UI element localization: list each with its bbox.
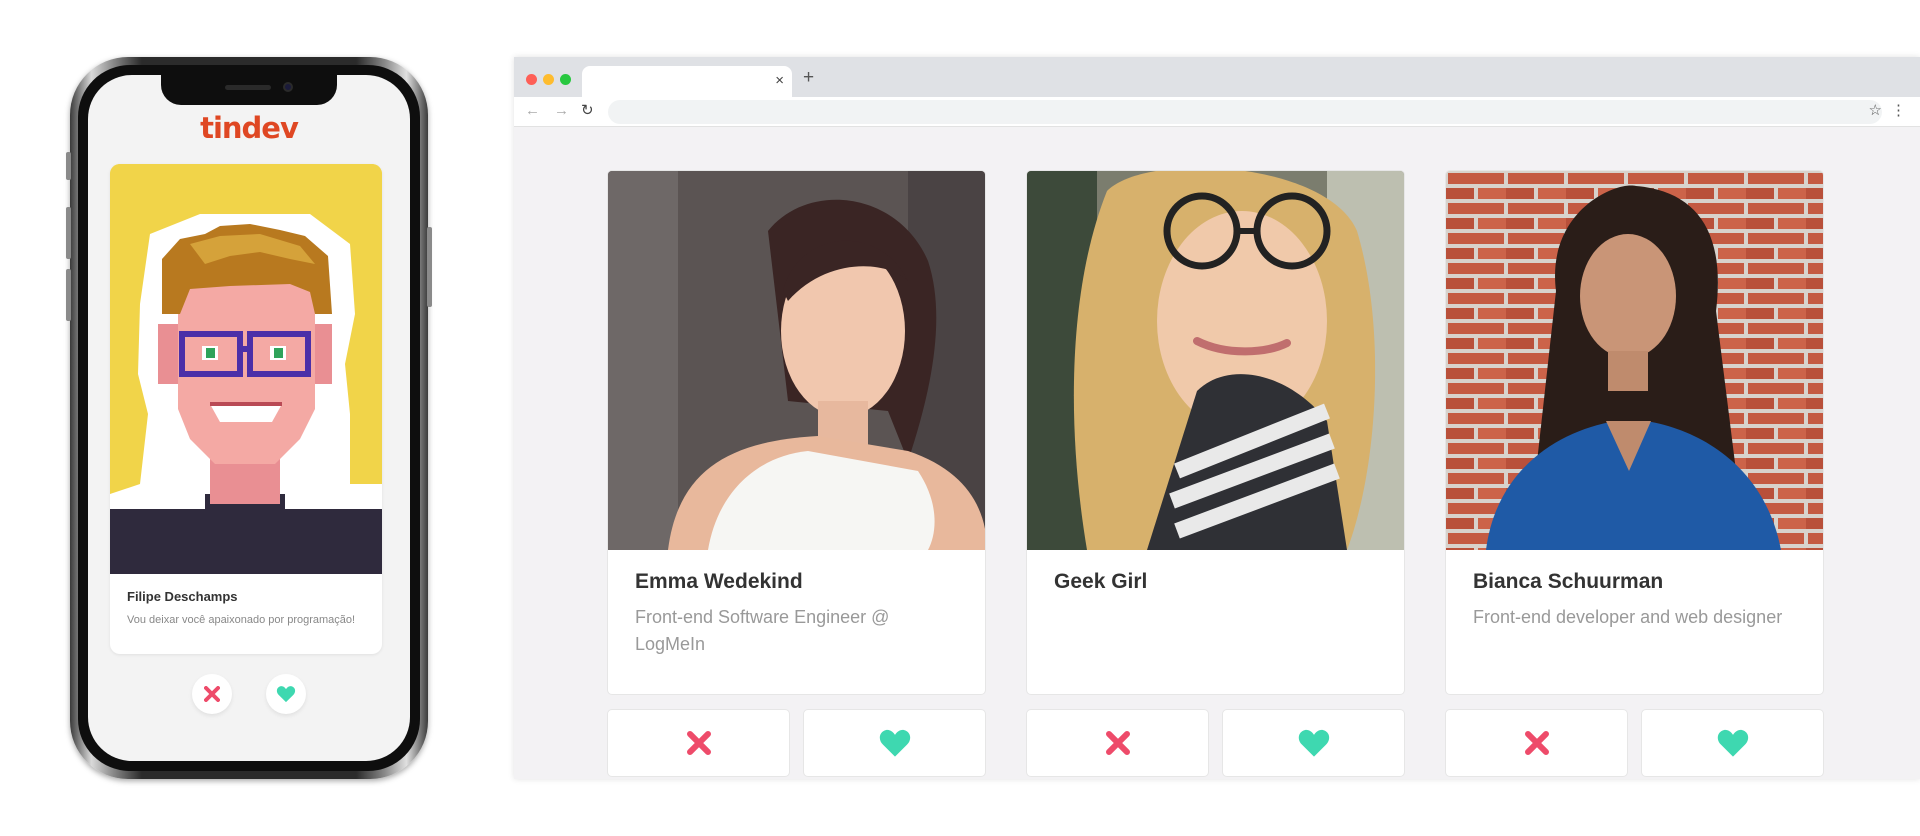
dev-info: Bianca Schuurman Front-end developer and…	[1446, 550, 1823, 651]
dislike-button[interactable]	[1026, 709, 1209, 777]
x-icon	[1105, 731, 1130, 755]
minimize-window-button[interactable]	[543, 74, 554, 85]
forward-arrow-icon[interactable]: →	[554, 101, 569, 121]
bookmark-star-icon[interactable]: ☆	[1869, 101, 1882, 121]
like-button[interactable]	[803, 709, 986, 777]
heart-icon	[879, 729, 910, 757]
front-camera-icon	[283, 82, 293, 92]
browser-toolbar: ← → ↻ ☆ ⋮	[514, 97, 1920, 127]
dev-photo	[1027, 171, 1404, 550]
tab-close-icon[interactable]: ×	[775, 72, 784, 90]
dev-photo	[608, 171, 985, 550]
browser-tab[interactable]: ×	[582, 66, 792, 97]
dev-card: Geek Girl	[1026, 170, 1405, 777]
mobile-dev-bio: Vou deixar você apaixonado por programaç…	[127, 614, 356, 626]
browser-window: × + ← → ↻ ☆ ⋮ Emma Wedekind Front-end So…	[514, 57, 1920, 779]
mobile-dislike-button[interactable]	[192, 674, 232, 714]
browser-menu-icon[interactable]: ⋮	[1891, 101, 1906, 121]
dev-bio: Front-end Software Engineer @ LogMeIn	[635, 607, 890, 654]
dev-card-body: Emma Wedekind Front-end Software Enginee…	[607, 170, 986, 695]
dev-name: Bianca Schuurman	[1473, 570, 1664, 593]
pixel-avatar-illustration	[110, 164, 382, 574]
dev-card: Emma Wedekind Front-end Software Enginee…	[607, 170, 986, 777]
like-button[interactable]	[1641, 709, 1824, 777]
new-tab-button[interactable]: +	[803, 68, 814, 88]
phone-bezel: tindev Filipe Deschamps Vou deixar você …	[78, 65, 420, 771]
dev-card-actions	[1026, 709, 1405, 777]
heart-icon	[1298, 729, 1329, 757]
dev-name: Geek Girl	[1054, 570, 1148, 593]
mobile-dev-name: Filipe Deschamps	[127, 589, 238, 604]
address-bar[interactable]	[608, 100, 1882, 124]
dev-info: Geek Girl	[1027, 550, 1404, 624]
dev-card-body: Geek Girl	[1026, 170, 1405, 695]
dev-card-actions	[607, 709, 986, 777]
x-icon	[204, 686, 220, 702]
dev-bio: Front-end developer and web designer	[1473, 607, 1783, 627]
dev-info: Emma Wedekind Front-end Software Enginee…	[608, 550, 985, 678]
pixel-avatar-image	[110, 164, 382, 574]
phone-side-button	[66, 152, 71, 180]
browser-tab-bar: × +	[514, 57, 1920, 97]
mobile-action-buttons	[88, 674, 410, 714]
phone-volume-up-button	[66, 207, 71, 259]
like-button[interactable]	[1222, 709, 1405, 777]
phone-power-button	[427, 227, 432, 307]
tindev-logo[interactable]: tindev	[88, 111, 410, 145]
mobile-card-info: Filipe Deschamps Vou deixar você apaixon…	[127, 589, 368, 628]
logo-text-tin: tin	[200, 111, 242, 145]
dislike-button[interactable]	[607, 709, 790, 777]
dev-name: Emma Wedekind	[635, 570, 803, 593]
phone-screen: tindev Filipe Deschamps Vou deixar você …	[88, 75, 410, 761]
logo-text-dev: dev	[241, 111, 299, 145]
dev-card-body: Bianca Schuurman Front-end developer and…	[1445, 170, 1824, 695]
mobile-dev-card[interactable]: Filipe Deschamps Vou deixar você apaixon…	[110, 164, 382, 654]
mobile-like-button[interactable]	[266, 674, 306, 714]
reload-icon[interactable]: ↻	[581, 101, 594, 121]
x-icon	[1524, 731, 1549, 755]
dislike-button[interactable]	[1445, 709, 1628, 777]
maximize-window-button[interactable]	[560, 74, 571, 85]
close-window-button[interactable]	[526, 74, 537, 85]
dev-card: Bianca Schuurman Front-end developer and…	[1445, 170, 1824, 777]
phone-mockup: tindev Filipe Deschamps Vou deixar você …	[66, 57, 432, 779]
back-arrow-icon[interactable]: ←	[525, 101, 540, 121]
heart-icon	[1717, 729, 1748, 757]
dev-card-actions	[1445, 709, 1824, 777]
phone-notch	[161, 75, 337, 105]
speaker-grille	[225, 85, 271, 90]
x-icon	[686, 731, 711, 755]
phone-volume-down-button	[66, 269, 71, 321]
dev-photo	[1446, 171, 1823, 550]
heart-icon	[276, 686, 296, 703]
